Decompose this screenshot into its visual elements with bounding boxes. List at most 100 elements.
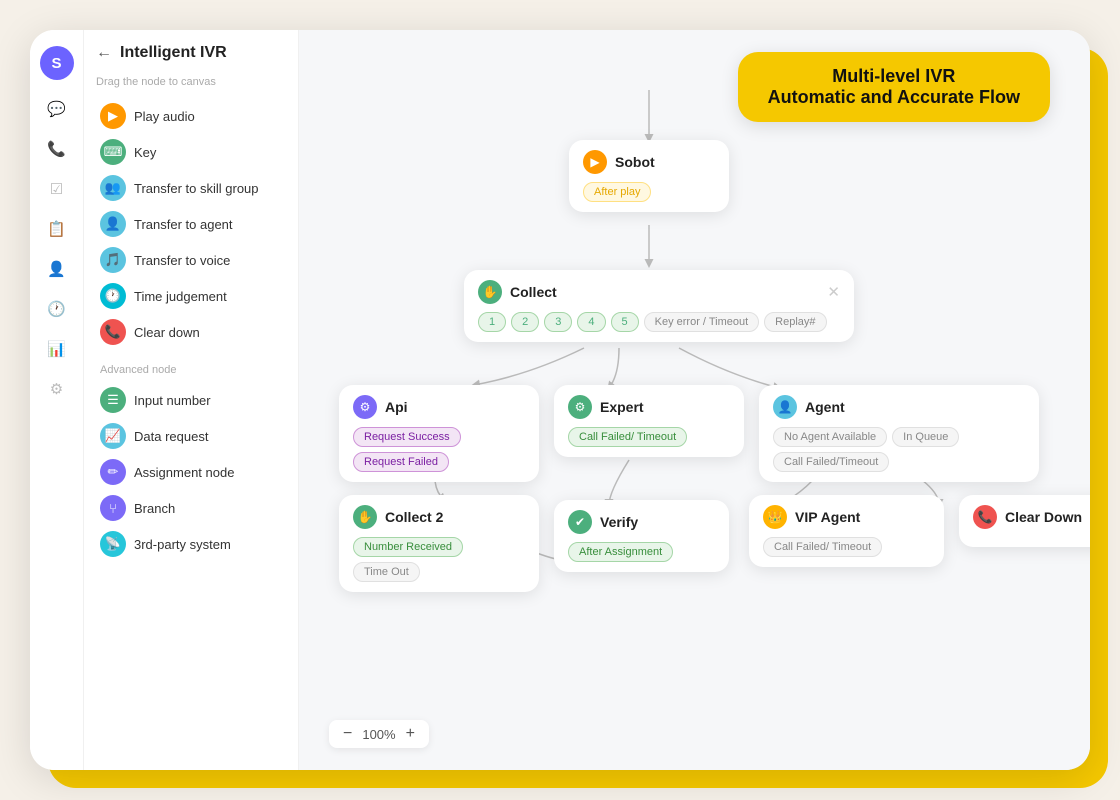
clear-down-title-row: 📞 Clear Down: [973, 505, 1090, 529]
api-tag-success: Request Success: [353, 427, 461, 447]
nav-gear-icon[interactable]: ⚙: [46, 378, 68, 400]
transfer-skill-label: Transfer to skill group: [134, 181, 259, 196]
api-tag-failed: Request Failed: [353, 452, 449, 472]
icon-bar: S 💬 📞 ☑ 📋 👤 🕐 📊 ⚙: [30, 30, 84, 770]
node-agent[interactable]: 👤 Agent No Agent Available In Queue Call…: [759, 385, 1039, 482]
agent-node-icon: 👤: [773, 395, 797, 419]
expert-title-row: ⚙ Expert: [568, 395, 730, 419]
branch-icon: ⑂: [100, 495, 126, 521]
sidebar-item-assignment[interactable]: ✏ Assignment node: [96, 454, 286, 490]
node-collect[interactable]: ✋ Collect ✕ 1 2 3 4 5 Key error / Timeou…: [464, 270, 854, 342]
clear-down-icon: 📞: [100, 319, 126, 345]
node-sobot[interactable]: ▶ Sobot After play: [569, 140, 729, 212]
sidebar-item-clear-down[interactable]: 📞 Clear down: [96, 314, 286, 350]
nav-phone-icon[interactable]: 📞: [46, 138, 68, 160]
branch-label: Branch: [134, 501, 175, 516]
time-judgement-icon: 🕐: [100, 283, 126, 309]
vip-agent-node-icon: 👑: [763, 505, 787, 529]
nav-chart-icon[interactable]: 📊: [46, 338, 68, 360]
collect-tag-1: 1: [478, 312, 506, 332]
clear-down-label: Clear down: [134, 325, 200, 340]
transfer-agent-label: Transfer to agent: [134, 217, 233, 232]
vip-agent-title: VIP Agent: [795, 509, 860, 525]
transfer-agent-icon: 👤: [100, 211, 126, 237]
clear-down-node-icon: 📞: [973, 505, 997, 529]
collect-title-row: ✋ Collect ✕: [478, 280, 840, 304]
sidebar-item-input-number[interactable]: ☰ Input number: [96, 382, 286, 418]
vip-agent-tag-failed: Call Failed/ Timeout: [763, 537, 882, 557]
clear-down-title: Clear Down: [1005, 509, 1082, 525]
collect-node-icon: ✋: [478, 280, 502, 304]
time-judgement-label: Time judgement: [134, 289, 227, 304]
sidebar-item-3rd-party[interactable]: 📡 3rd-party system: [96, 526, 286, 562]
data-request-icon: 📈: [100, 423, 126, 449]
node-api[interactable]: ⚙ Api Request Success Request Failed: [339, 385, 539, 482]
node-collect2[interactable]: ✋ Collect 2 Number Received Time Out: [339, 495, 539, 592]
agent-tag-no-agent: No Agent Available: [773, 427, 887, 447]
node-vip-agent[interactable]: 👑 VIP Agent Call Failed/ Timeout: [749, 495, 944, 567]
agent-tag-call-failed: Call Failed/Timeout: [773, 452, 889, 472]
collect2-node-icon: ✋: [353, 505, 377, 529]
agent-tag-in-queue: In Queue: [892, 427, 959, 447]
sidebar-item-data-request[interactable]: 📈 Data request: [96, 418, 286, 454]
sobot-title-row: ▶ Sobot: [583, 150, 715, 174]
vip-agent-tags: Call Failed/ Timeout: [763, 537, 930, 557]
collect-tags: 1 2 3 4 5 Key error / Timeout Replay#: [478, 312, 840, 332]
node-clear-down[interactable]: 📞 Clear Down: [959, 495, 1090, 547]
collect2-tag-num-received: Number Received: [353, 537, 463, 557]
sidebar-item-play-audio[interactable]: ▶ Play audio: [96, 98, 286, 134]
collect-tag-replay: Replay#: [764, 312, 826, 332]
verify-node-icon: ✔: [568, 510, 592, 534]
play-audio-icon: ▶: [100, 103, 126, 129]
sidebar-item-transfer-agent[interactable]: 👤 Transfer to agent: [96, 206, 286, 242]
zoom-out-button[interactable]: −: [341, 725, 354, 743]
zoom-level: 100%: [362, 727, 395, 742]
collect-tag-2: 2: [511, 312, 539, 332]
collect-tag-4: 4: [577, 312, 605, 332]
transfer-voice-icon: 🎵: [100, 247, 126, 273]
sidebar-item-transfer-voice[interactable]: 🎵 Transfer to voice: [96, 242, 286, 278]
sidebar-item-key[interactable]: ⌨ Key: [96, 134, 286, 170]
sidebar-item-transfer-skill[interactable]: 👥 Transfer to skill group: [96, 170, 286, 206]
collect-close-icon[interactable]: ✕: [827, 283, 840, 301]
collect-title: Collect: [510, 284, 557, 300]
3rd-party-label: 3rd-party system: [134, 537, 231, 552]
advanced-label: Advanced node: [100, 364, 286, 376]
transfer-voice-label: Transfer to voice: [134, 253, 230, 268]
api-title-row: ⚙ Api: [353, 395, 525, 419]
nav-clock-icon[interactable]: 🕐: [46, 298, 68, 320]
zoom-in-button[interactable]: +: [404, 725, 417, 743]
input-number-label: Input number: [134, 393, 211, 408]
sobot-title: Sobot: [615, 154, 655, 170]
verify-title-row: ✔ Verify: [568, 510, 715, 534]
input-number-icon: ☰: [100, 387, 126, 413]
verify-tags: After Assignment: [568, 542, 715, 562]
main-card: S 💬 📞 ☑ 📋 👤 🕐 📊 ⚙ ← Intelligent IVR Drag…: [30, 30, 1090, 770]
collect2-title-row: ✋ Collect 2: [353, 505, 525, 529]
outer-wrapper: S 💬 📞 ☑ 📋 👤 🕐 📊 ⚙ ← Intelligent IVR Drag…: [30, 30, 1090, 770]
verify-title: Verify: [600, 514, 638, 530]
canvas-area[interactable]: Multi-level IVR Automatic and Accurate F…: [299, 30, 1090, 770]
back-button[interactable]: ←: [96, 44, 112, 62]
3rd-party-icon: 📡: [100, 531, 126, 557]
sobot-tag-after-play: After play: [583, 182, 651, 202]
node-verify[interactable]: ✔ Verify After Assignment: [554, 500, 729, 572]
nav-list-icon[interactable]: 📋: [46, 218, 68, 240]
nav-user-icon[interactable]: 👤: [46, 258, 68, 280]
agent-title-row: 👤 Agent: [773, 395, 1025, 419]
sidebar: ← Intelligent IVR Drag the node to canva…: [84, 30, 299, 770]
sidebar-item-time-judgement[interactable]: 🕐 Time judgement: [96, 278, 286, 314]
assignment-icon: ✏: [100, 459, 126, 485]
node-expert[interactable]: ⚙ Expert Call Failed/ Timeout: [554, 385, 744, 457]
sobot-node-icon: ▶: [583, 150, 607, 174]
nav-chat-icon[interactable]: 💬: [46, 98, 68, 120]
transfer-skill-icon: 👥: [100, 175, 126, 201]
sidebar-header: ← Intelligent IVR: [96, 44, 286, 62]
nav-check-icon[interactable]: ☑: [46, 178, 68, 200]
agent-tags: No Agent Available In Queue Call Failed/…: [773, 427, 1025, 472]
vip-agent-title-row: 👑 VIP Agent: [763, 505, 930, 529]
key-icon: ⌨: [100, 139, 126, 165]
verify-tag-after-assignment: After Assignment: [568, 542, 673, 562]
zoom-bar: − 100% +: [329, 720, 429, 748]
sidebar-item-branch[interactable]: ⑂ Branch: [96, 490, 286, 526]
